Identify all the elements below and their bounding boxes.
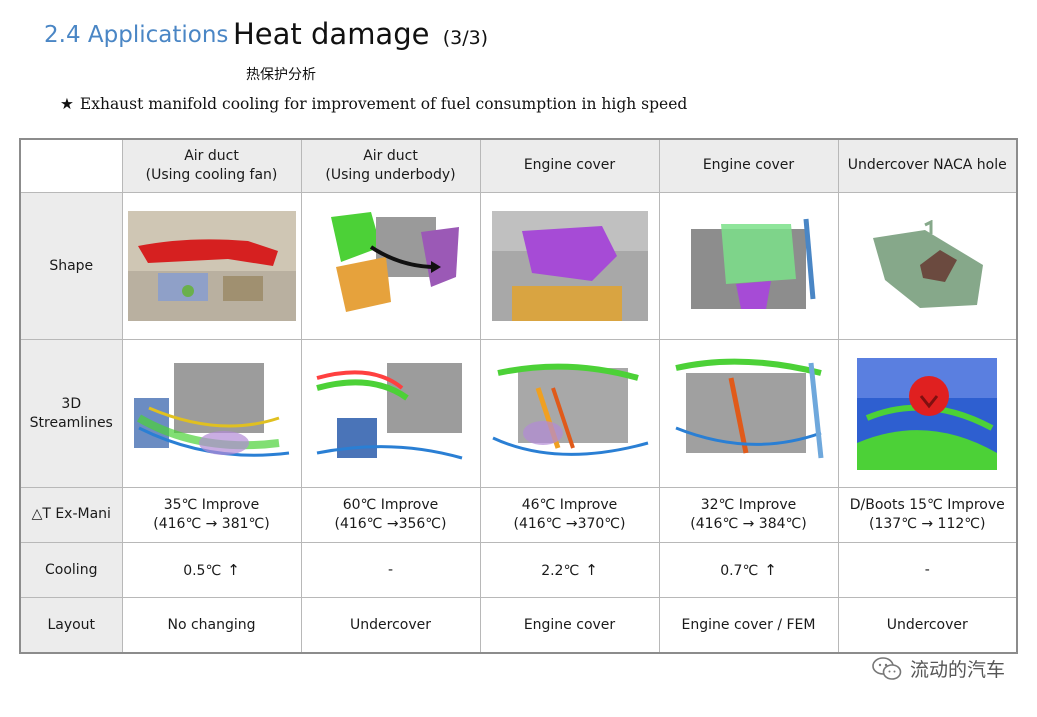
row-label-delta-t: △T Ex-Mani [19, 486, 123, 544]
col-header-air-duct-fan: Air duct (Using cooling fan) [121, 138, 302, 193]
layout-cell: Undercover [837, 597, 1018, 654]
header-row: Air duct (Using cooling fan) Air duct (U… [19, 138, 1018, 193]
bullet-text: Exhaust manifold cooling for improvement… [79, 95, 688, 113]
delta-t-improve: 46℃ Improve [521, 497, 618, 514]
up-arrow-icon: ↑ [764, 560, 777, 579]
cooling-cell: - [837, 542, 1018, 599]
col-header-line1: Air duct [363, 147, 418, 164]
layout-cell: Engine cover / FEM [658, 597, 839, 654]
delta-t-cell: 60℃ Improve (416℃ →356℃) [300, 486, 481, 544]
col-header-engine-cover-2: Engine cover [658, 138, 839, 193]
page-indicator: (3/3) [442, 27, 489, 49]
undercover-naca-shape-image [865, 219, 990, 312]
layout-cell: No changing [121, 597, 302, 654]
cooling-cell: 0.7℃ ↑ [658, 542, 839, 599]
shape-image-cell [121, 191, 302, 341]
cooling-value: - [924, 561, 930, 578]
col-header-line1: Engine cover [523, 157, 616, 174]
streamline-image-cell [300, 339, 481, 488]
section-heading: 2.4 Applications [44, 22, 229, 48]
delta-t-improve: 35℃ Improve [163, 497, 260, 514]
up-arrow-icon: ↑ [227, 560, 240, 579]
streamline-image-cell [479, 339, 660, 488]
delta-t-cell: 35℃ Improve (416℃ → 381℃) [121, 486, 302, 544]
streamlines-row: 3D Streamlines [19, 339, 1018, 488]
shape-image-cell [300, 191, 481, 341]
air-duct-underbody-shape-image [320, 206, 461, 325]
col-header-engine-cover-1: Engine cover [479, 138, 660, 193]
layout-cell: Engine cover [479, 597, 660, 654]
col-header-line1: Air duct [184, 147, 239, 164]
row-label-shape: Shape [19, 191, 123, 341]
wechat-icon [872, 656, 902, 680]
row-label-line1: 3D [61, 395, 82, 412]
streamline-image-cell [837, 339, 1018, 488]
streamline-image-cell [121, 339, 302, 488]
shape-image-cell [658, 191, 839, 341]
row-label-line2: Streamlines [29, 414, 113, 431]
star-icon: ★ [60, 95, 74, 113]
col-header-air-duct-underbody: Air duct (Using underbody) [300, 138, 481, 193]
air-duct-fan-shape-image [127, 210, 296, 321]
engine-cover-2-shape-image [680, 208, 817, 323]
bullet-line: ★ Exhaust manifold cooling for improvemen… [60, 95, 687, 113]
cooling-value: 2.2℃ [541, 562, 580, 579]
slide-subtitle: 热保护分析 [246, 67, 316, 83]
shape-row: Shape [19, 191, 1018, 341]
watermark-text: 流动的汽车 [909, 659, 1005, 681]
row-label-streamlines: 3D Streamlines [19, 339, 123, 488]
slide-title: Heat damage (3/3) [233, 17, 488, 51]
cooling-value: 0.7℃ [720, 562, 759, 579]
corner-cell [19, 138, 123, 193]
col-header-line2: (Using underbody) [325, 166, 456, 183]
engine-cover-1-streamline-image [487, 357, 652, 470]
cooling-cell: - [300, 542, 481, 599]
cooling-cell: 0.5℃ ↑ [121, 542, 302, 599]
col-header-line1: Undercover NACA hole [847, 157, 1007, 174]
undercover-naca-streamline-image [857, 357, 998, 470]
air-duct-underbody-streamline-image [311, 357, 470, 470]
delta-t-cell: 32℃ Improve (416℃ → 384℃) [658, 486, 839, 544]
delta-t-improve: 60℃ Improve [342, 497, 439, 514]
layout-row: Layout No changing Undercover Engine cov… [19, 597, 1018, 654]
delta-t-range: (137℃ → 112℃) [869, 515, 986, 532]
up-arrow-icon: ↑ [585, 560, 598, 579]
streamline-image-cell [658, 339, 839, 488]
delta-t-range: (416℃ →356℃) [334, 515, 447, 532]
cooling-row: Cooling 0.5℃ ↑ - 2.2℃ ↑ 0.7℃ ↑ - [19, 542, 1018, 599]
comparison-table: Air duct (Using cooling fan) Air duct (U… [19, 138, 1018, 654]
delta-t-range: (416℃ →370℃) [513, 515, 626, 532]
cooling-value: - [387, 561, 394, 578]
shape-image-cell [479, 191, 660, 341]
col-header-undercover-naca: Undercover NACA hole [837, 138, 1018, 193]
cooling-cell: 2.2℃ ↑ [479, 542, 660, 599]
engine-cover-1-shape-image [491, 210, 648, 321]
air-duct-fan-streamline-image [128, 357, 295, 470]
delta-t-range: (416℃ → 384℃) [690, 515, 807, 532]
layout-cell: Undercover [300, 597, 481, 654]
delta-t-improve: D/Boots 15℃ Improve [849, 497, 1005, 514]
title-text: Heat damage [233, 17, 430, 51]
cooling-value: 0.5℃ [183, 562, 222, 579]
delta-t-range: (416℃ → 381℃) [153, 515, 270, 532]
delta-t-cell: 46℃ Improve (416℃ →370℃) [479, 486, 660, 544]
col-header-line2: (Using cooling fan) [145, 166, 278, 183]
row-label-cooling: Cooling [19, 542, 123, 599]
watermark: 流动的汽车 [872, 655, 1005, 682]
col-header-line1: Engine cover [702, 157, 795, 174]
delta-t-cell: D/Boots 15℃ Improve (137℃ → 112℃) [837, 486, 1018, 544]
delta-t-improve: 32℃ Improve [700, 497, 797, 514]
delta-t-row: △T Ex-Mani 35℃ Improve (416℃ → 381℃) 60℃… [19, 486, 1018, 544]
shape-image-cell [837, 191, 1018, 341]
engine-cover-2-streamline-image [670, 357, 827, 470]
row-label-layout: Layout [19, 597, 123, 654]
